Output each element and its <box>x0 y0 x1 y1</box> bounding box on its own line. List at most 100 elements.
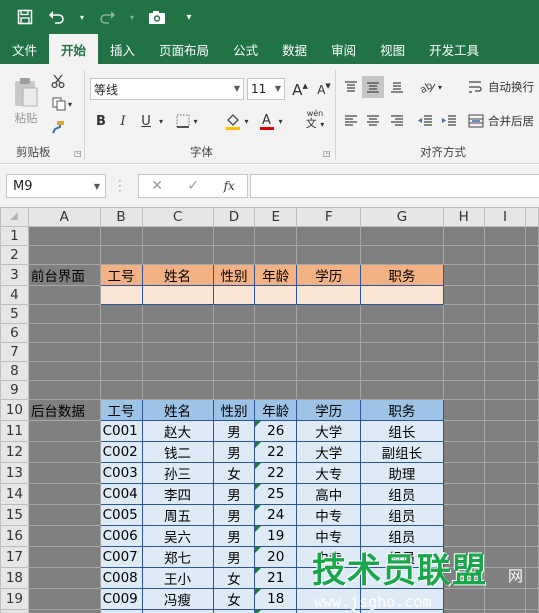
cell-G6[interactable] <box>360 323 444 343</box>
cell-A4[interactable] <box>27 285 101 305</box>
cell-E20[interactable]: 19 <box>254 609 298 613</box>
cell-C15[interactable]: 周五 <box>141 504 214 526</box>
tab-4[interactable]: 公式 <box>221 34 270 64</box>
cell-A5[interactable] <box>27 304 101 324</box>
cell-A1[interactable] <box>27 226 101 246</box>
formula-input[interactable] <box>250 174 539 198</box>
cell-H2[interactable] <box>442 245 485 265</box>
cell-I1[interactable] <box>483 226 527 246</box>
cell-E15[interactable]: 24 <box>254 504 298 526</box>
cell-H10[interactable] <box>442 399 485 421</box>
row-header-2[interactable]: 2 <box>0 245 29 265</box>
row-header-8[interactable]: 8 <box>0 361 29 381</box>
cell-H14[interactable] <box>442 483 485 505</box>
cell-D18[interactable]: 女 <box>212 567 256 589</box>
cell-G3[interactable]: 职务 <box>360 264 444 286</box>
cell-I20[interactable] <box>483 609 527 613</box>
cell-J6[interactable] <box>525 323 539 343</box>
cell-D8[interactable] <box>212 361 256 381</box>
cell-F1[interactable] <box>296 226 362 246</box>
cell-B7[interactable] <box>99 342 143 362</box>
cell-G12[interactable]: 副组长 <box>360 441 444 463</box>
cell-C10[interactable]: 姓名 <box>141 399 214 421</box>
save-icon[interactable] <box>14 6 36 28</box>
cell-I4[interactable] <box>483 285 527 305</box>
cell-I18[interactable] <box>483 567 527 589</box>
align-middle-button[interactable] <box>362 76 384 98</box>
cell-B8[interactable] <box>99 361 143 381</box>
column-header-F[interactable]: F <box>296 207 362 227</box>
cell-J13[interactable] <box>525 462 539 484</box>
cell-C16[interactable]: 吴六 <box>141 525 214 547</box>
align-top-button[interactable] <box>340 76 362 98</box>
clipboard-launcher-icon[interactable]: ◳ <box>74 149 82 158</box>
cell-D16[interactable]: 男 <box>212 525 256 547</box>
tab-6[interactable]: 审阅 <box>319 34 368 64</box>
column-header-B[interactable]: B <box>99 207 143 227</box>
cell-D2[interactable] <box>212 245 256 265</box>
cell-B15[interactable]: C005 <box>99 504 143 526</box>
cell-G18[interactable] <box>360 567 444 589</box>
cell-I13[interactable] <box>483 462 527 484</box>
insert-function-button[interactable]: fx <box>224 179 235 193</box>
cell-D19[interactable]: 女 <box>212 588 256 610</box>
cell-H20[interactable] <box>442 609 485 613</box>
cell-I9[interactable] <box>483 380 527 400</box>
grow-font-button[interactable]: A ▲ <box>290 80 310 100</box>
cell-E16[interactable]: 19 <box>254 525 298 547</box>
cell-A15[interactable] <box>27 504 101 526</box>
cell-E12[interactable]: 22 <box>254 441 298 463</box>
cell-H5[interactable] <box>442 304 485 324</box>
cell-B6[interactable] <box>99 323 143 343</box>
cell-I19[interactable] <box>483 588 527 610</box>
cell-B2[interactable] <box>99 245 143 265</box>
cell-C8[interactable] <box>141 361 214 381</box>
cell-B17[interactable]: C007 <box>99 546 143 568</box>
cell-E13[interactable]: 22 <box>254 462 298 484</box>
cell-G5[interactable] <box>360 304 444 324</box>
cell-G20[interactable] <box>360 609 444 613</box>
cell-C6[interactable] <box>141 323 214 343</box>
cell-J8[interactable] <box>525 361 539 381</box>
cell-I2[interactable] <box>483 245 527 265</box>
cell-E17[interactable]: 20 <box>254 546 298 568</box>
cell-C4[interactable] <box>141 285 214 305</box>
increase-indent-button[interactable] <box>438 110 460 132</box>
cell-G1[interactable] <box>360 226 444 246</box>
undo-dropdown-icon[interactable]: ▾ <box>78 6 86 28</box>
cell-C12[interactable]: 钱二 <box>141 441 214 463</box>
cell-H13[interactable] <box>442 462 485 484</box>
orientation-button[interactable]: ab ▾ <box>416 76 446 98</box>
cell-J1[interactable] <box>525 226 539 246</box>
cell-I17[interactable] <box>483 546 527 568</box>
cell-F10[interactable]: 学历 <box>296 399 362 421</box>
cell-B13[interactable]: C003 <box>99 462 143 484</box>
cell-A20[interactable] <box>27 609 101 613</box>
cell-C14[interactable]: 李四 <box>141 483 214 505</box>
cell-C1[interactable] <box>141 226 214 246</box>
column-header-overflow[interactable] <box>525 207 539 227</box>
cell-F3[interactable]: 学历 <box>296 264 362 286</box>
row-header-7[interactable]: 7 <box>0 342 29 362</box>
cell-G10[interactable]: 职务 <box>360 399 444 421</box>
cell-E4[interactable] <box>254 285 298 305</box>
row-header-18[interactable]: 18 <box>0 567 29 589</box>
cell-C2[interactable] <box>141 245 214 265</box>
cell-B14[interactable]: C004 <box>99 483 143 505</box>
cell-B4[interactable] <box>99 285 143 305</box>
cell-G11[interactable]: 组长 <box>360 420 444 442</box>
cell-A18[interactable] <box>27 567 101 589</box>
tab-2[interactable]: 插入 <box>98 34 147 64</box>
cell-J5[interactable] <box>525 304 539 324</box>
tab-3[interactable]: 页面布局 <box>147 34 221 64</box>
cell-A8[interactable] <box>27 361 101 381</box>
cell-A10[interactable]: 后台数据 <box>27 399 101 421</box>
cell-D9[interactable] <box>212 380 256 400</box>
cell-E3[interactable]: 年龄 <box>254 264 298 286</box>
cell-G9[interactable] <box>360 380 444 400</box>
cancel-icon[interactable]: ✕ <box>151 178 163 194</box>
shrink-font-button[interactable]: A ▼ <box>314 80 334 100</box>
cell-H3[interactable] <box>442 264 485 286</box>
cell-E11[interactable]: 26 <box>254 420 298 442</box>
row-header-9[interactable]: 9 <box>0 380 29 400</box>
